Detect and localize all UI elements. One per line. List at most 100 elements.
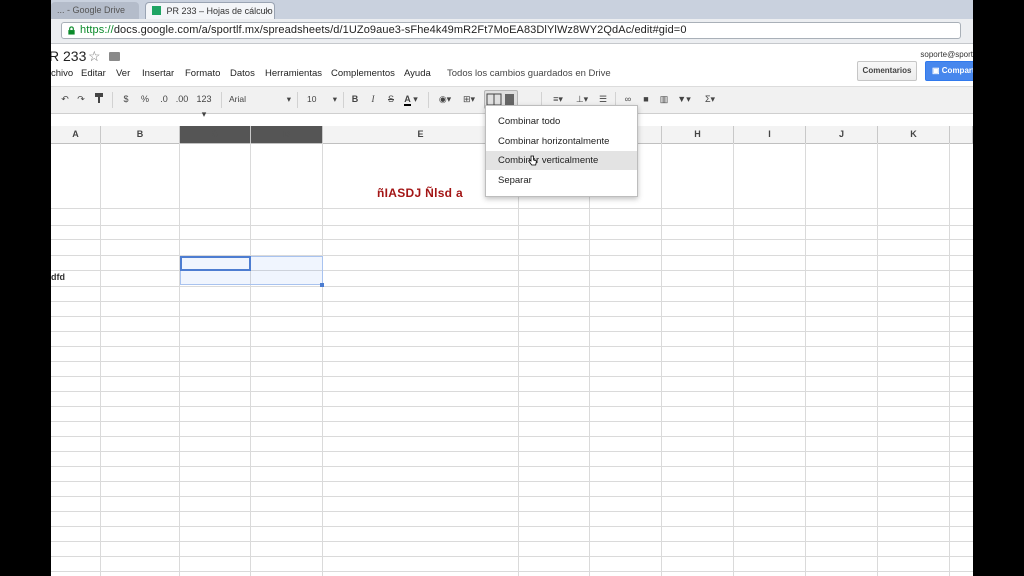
grid-line — [51, 511, 973, 512]
column-header-j[interactable]: J — [806, 126, 878, 143]
column-header-c[interactable]: C — [180, 126, 251, 143]
grid-line — [51, 225, 973, 226]
save-status[interactable]: Todos los cambios guardados en Drive — [447, 68, 611, 79]
percent-format-button[interactable]: % — [139, 92, 151, 107]
menu-datos[interactable]: Datos — [230, 68, 255, 79]
menu-formato[interactable]: Formato — [185, 68, 220, 79]
column-header-k[interactable]: K — [878, 126, 950, 143]
fill-color-icon[interactable]: ◉▾ — [435, 92, 455, 107]
share-label: Compartir — [941, 66, 973, 75]
doc-title[interactable]: R 233 — [51, 48, 86, 64]
toolbar-divider — [297, 92, 298, 108]
increase-decimals-button[interactable]: .00 — [175, 92, 189, 107]
url-text: https://docs.google.com/a/sportlf.mx/spr… — [80, 24, 687, 36]
redo-icon[interactable]: ↷ — [75, 92, 87, 107]
menu-item-label: Combinar verticalmente — [498, 155, 599, 166]
column-header-h[interactable]: H — [662, 126, 734, 143]
toolbar-divider — [221, 92, 222, 108]
more-formats-dropdown[interactable]: 123 ▾ — [193, 92, 215, 119]
menu-complementos[interactable]: Complementos — [331, 68, 395, 79]
comments-button[interactable]: Comentarios — [857, 61, 917, 81]
grid-line — [51, 286, 973, 287]
menu-item-merge-vertically[interactable]: Combinar verticalmente — [486, 151, 637, 170]
chevron-down-icon: ▾ — [332, 94, 337, 104]
url-field[interactable]: https://docs.google.com/a/sportlf.mx/spr… — [61, 22, 961, 39]
close-icon[interactable]: × — [265, 3, 270, 19]
font-size-dropdown[interactable]: 10 ▾ — [307, 91, 337, 107]
menu-item-merge-all[interactable]: Combinar todo — [486, 112, 637, 131]
column-header-d[interactable]: D — [251, 126, 323, 143]
functions-button[interactable]: Σ▾ — [700, 92, 720, 107]
filter-icon[interactable]: ▼▾ — [673, 92, 695, 107]
menu-ayuda[interactable]: Ayuda — [404, 68, 431, 79]
column-header-l[interactable] — [950, 126, 973, 143]
url-scheme: https:// — [80, 24, 114, 36]
grid-line — [51, 421, 973, 422]
grid-line — [51, 301, 973, 302]
comment-icon[interactable]: ■ — [639, 92, 653, 107]
grid-line — [51, 496, 973, 497]
italic-button[interactable]: I — [367, 92, 379, 107]
grid-line — [51, 376, 973, 377]
grid-line — [51, 571, 973, 572]
more-formats-label: 123 — [196, 94, 212, 104]
menu-item-unmerge[interactable]: Separar — [486, 171, 637, 190]
font-family-dropdown[interactable]: Arial ▾ — [229, 91, 291, 107]
toolbar-divider — [428, 92, 429, 108]
grid-line — [51, 406, 973, 407]
sheets-favicon-icon — [152, 6, 161, 15]
lock-icon — [68, 26, 75, 35]
tab-spreadsheet[interactable]: PR 233 – Hojas de cálculo × — [145, 2, 275, 19]
fill-handle[interactable] — [320, 283, 324, 287]
grid-line — [51, 361, 973, 362]
grid-line — [51, 451, 973, 452]
grid-line — [51, 331, 973, 332]
grid-line — [51, 526, 973, 527]
menu-insertar[interactable]: Insertar — [142, 68, 174, 79]
column-header-i[interactable]: I — [734, 126, 806, 143]
currency-format-button[interactable]: $ — [121, 92, 131, 107]
decrease-decimals-button[interactable]: .0 — [157, 92, 171, 107]
text-color-button[interactable]: A ▾ — [401, 92, 421, 107]
text-color-label: A — [404, 94, 411, 106]
active-cell[interactable] — [180, 256, 251, 271]
menu-herramientas[interactable]: Herramientas — [265, 68, 322, 79]
tab-label: ... - Google Drive — [57, 5, 126, 15]
sigma-icon: Σ — [704, 94, 711, 104]
grid-line — [51, 346, 973, 347]
column-header-b[interactable]: B — [101, 126, 180, 143]
grid-line — [51, 466, 973, 467]
undo-icon[interactable]: ↶ — [59, 92, 71, 107]
merge-cells-menu: Combinar todo Combinar horizontalmente C… — [485, 105, 638, 197]
tab-google-drive[interactable]: ... - Google Drive — [51, 2, 139, 19]
grid-line — [51, 208, 973, 209]
grid-line — [51, 541, 973, 542]
borders-icon[interactable]: ⊞▾ — [459, 92, 479, 107]
star-icon[interactable]: ☆ — [88, 48, 101, 65]
screen: ... - Google Drive PR 233 – Hojas de cál… — [51, 0, 973, 576]
font-size-value: 10 — [307, 94, 317, 104]
cell-a-text[interactable]: dfd — [51, 272, 65, 282]
user-email[interactable]: soporte@sport — [920, 50, 973, 59]
column-header-a[interactable]: A — [51, 126, 101, 143]
folder-icon[interactable] — [109, 52, 120, 61]
toolbar-divider — [343, 92, 344, 108]
strikethrough-button[interactable]: S — [385, 92, 397, 107]
bold-button[interactable]: B — [349, 92, 361, 107]
grid-line — [51, 239, 973, 240]
menu-editar[interactable]: Editar — [81, 68, 106, 79]
tab-label: PR 233 – Hojas de cálculo — [166, 6, 273, 16]
url-path: docs.google.com/a/sportlf.mx/spreadsheet… — [113, 24, 687, 36]
merged-cell-text[interactable]: ñIASDJ Ñlsd a — [377, 186, 463, 200]
menu-archivo[interactable]: chivo — [51, 68, 73, 79]
chart-icon[interactable]: ▥ — [657, 92, 671, 107]
paint-format-icon[interactable] — [93, 92, 105, 107]
lock-icon: ▣ — [932, 66, 942, 75]
grid-line — [51, 556, 973, 557]
cell-area[interactable] — [51, 143, 973, 576]
grid-line — [51, 436, 973, 437]
menu-item-merge-horizontally[interactable]: Combinar horizontalmente — [486, 132, 637, 151]
menu-ver[interactable]: Ver — [116, 68, 130, 79]
share-button[interactable]: ▣ Compartir — [925, 61, 973, 81]
grid-line — [51, 481, 973, 482]
